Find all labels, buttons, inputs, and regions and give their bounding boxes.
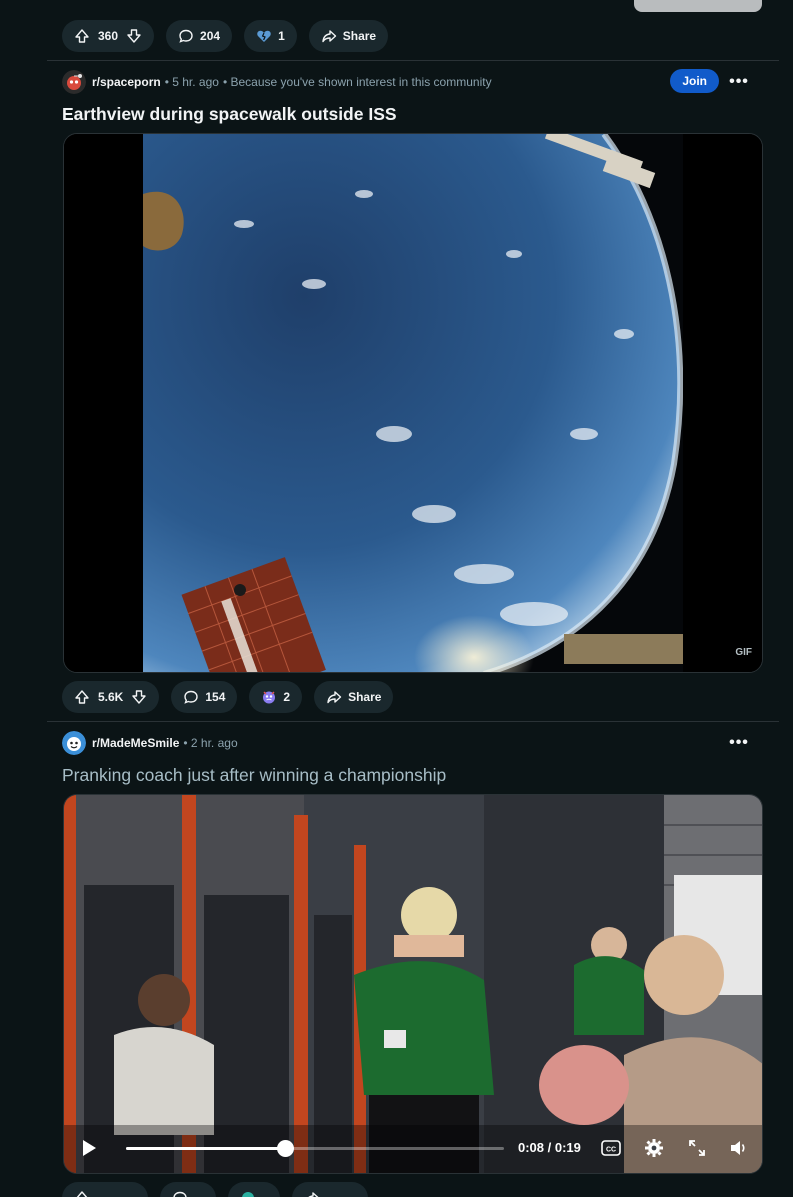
comments-button[interactable]: 204 bbox=[166, 20, 233, 52]
post-title[interactable]: Earthview during spacewalk outside ISS bbox=[62, 104, 397, 125]
arrow-up-icon[interactable] bbox=[74, 689, 90, 705]
vote-count: 360 bbox=[98, 29, 119, 43]
earth-from-iss-image bbox=[64, 134, 762, 672]
vote-control: 5.6K bbox=[62, 681, 160, 713]
recommendation-reason: • Because you've shown interest in this … bbox=[222, 75, 492, 89]
post-media-video[interactable]: 0:08 / 0:19 CC bbox=[63, 794, 763, 1174]
award-icon bbox=[256, 28, 272, 44]
volume-icon[interactable] bbox=[728, 1137, 750, 1159]
comments-button[interactable] bbox=[160, 1182, 216, 1197]
share-arrow-icon bbox=[326, 689, 342, 705]
more-options-icon[interactable]: ••• bbox=[729, 731, 749, 755]
comments-button[interactable]: 154 bbox=[171, 681, 238, 713]
vote-control bbox=[62, 1182, 148, 1197]
gif-badge: GIF bbox=[735, 647, 752, 658]
comment-count: 204 bbox=[200, 29, 221, 43]
subreddit-name[interactable]: r/MadeMeSmile bbox=[92, 736, 179, 750]
video-scrubber-handle[interactable] bbox=[276, 1140, 294, 1157]
comment-bubble-icon bbox=[178, 28, 194, 44]
subreddit-avatar[interactable] bbox=[62, 70, 86, 94]
share-label: Share bbox=[348, 690, 382, 704]
locker-room-video-frame bbox=[64, 795, 762, 1173]
share-button[interactable]: Share bbox=[314, 681, 394, 713]
video-progress-fill bbox=[126, 1147, 285, 1150]
award-button[interactable] bbox=[228, 1182, 280, 1197]
post-action-bar: 5.6K 154 2 Share bbox=[62, 681, 394, 713]
play-icon[interactable] bbox=[80, 1138, 98, 1163]
feed: 360 204 1 Share r/spaceporn • 5 hr. ago … bbox=[47, 0, 779, 1197]
video-time: 0:08 / 0:19 bbox=[518, 1140, 581, 1155]
post-media-gif[interactable]: GIF bbox=[63, 133, 763, 673]
gear-icon[interactable] bbox=[643, 1137, 665, 1159]
post-divider bbox=[47, 60, 779, 61]
award-count: 1 bbox=[278, 29, 285, 43]
top-post-action-bar: 360 204 1 Share bbox=[62, 20, 389, 52]
arrow-down-icon[interactable] bbox=[126, 28, 142, 44]
subreddit-avatar[interactable] bbox=[62, 731, 86, 755]
next-post-action-bar bbox=[62, 1182, 368, 1197]
vote-count: 5.6K bbox=[98, 690, 124, 704]
more-options-icon[interactable]: ••• bbox=[729, 70, 749, 94]
vote-control: 360 bbox=[62, 20, 155, 52]
captions-icon[interactable]: CC bbox=[600, 1137, 622, 1159]
comment-bubble-icon bbox=[172, 1190, 188, 1197]
share-button[interactable] bbox=[292, 1182, 368, 1197]
join-button[interactable]: Join bbox=[670, 69, 719, 93]
arrow-up-icon[interactable] bbox=[74, 1190, 90, 1197]
arrow-up-icon[interactable] bbox=[74, 28, 90, 44]
award-count: 2 bbox=[283, 690, 291, 704]
award-icon bbox=[261, 689, 277, 705]
comment-count: 154 bbox=[205, 690, 226, 704]
share-arrow-icon bbox=[321, 28, 337, 44]
post-time: • 5 hr. ago bbox=[164, 75, 219, 89]
expand-icon[interactable] bbox=[686, 1137, 708, 1159]
post-header: r/spaceporn • 5 hr. ago • Because you've… bbox=[62, 69, 764, 94]
award-button[interactable]: 2 bbox=[249, 681, 303, 713]
subreddit-name[interactable]: r/spaceporn bbox=[92, 75, 161, 89]
post-title[interactable]: Pranking coach just after winning a cham… bbox=[62, 765, 446, 786]
post-header: r/MadeMeSmile • 2 hr. ago ••• bbox=[62, 731, 764, 755]
share-label: Share bbox=[342, 29, 377, 43]
share-button[interactable]: Share bbox=[308, 20, 389, 52]
award-icon bbox=[240, 1190, 256, 1197]
video-progress-bar[interactable] bbox=[126, 1140, 504, 1157]
share-arrow-icon bbox=[304, 1190, 320, 1197]
video-controls: 0:08 / 0:19 CC bbox=[64, 1123, 762, 1173]
arrow-down-icon[interactable] bbox=[131, 689, 147, 705]
post-time: • 2 hr. ago bbox=[183, 736, 238, 750]
post-divider bbox=[47, 721, 779, 722]
comment-bubble-icon bbox=[183, 689, 199, 705]
svg-text:CC: CC bbox=[606, 1147, 616, 1154]
award-button[interactable]: 1 bbox=[244, 20, 297, 52]
